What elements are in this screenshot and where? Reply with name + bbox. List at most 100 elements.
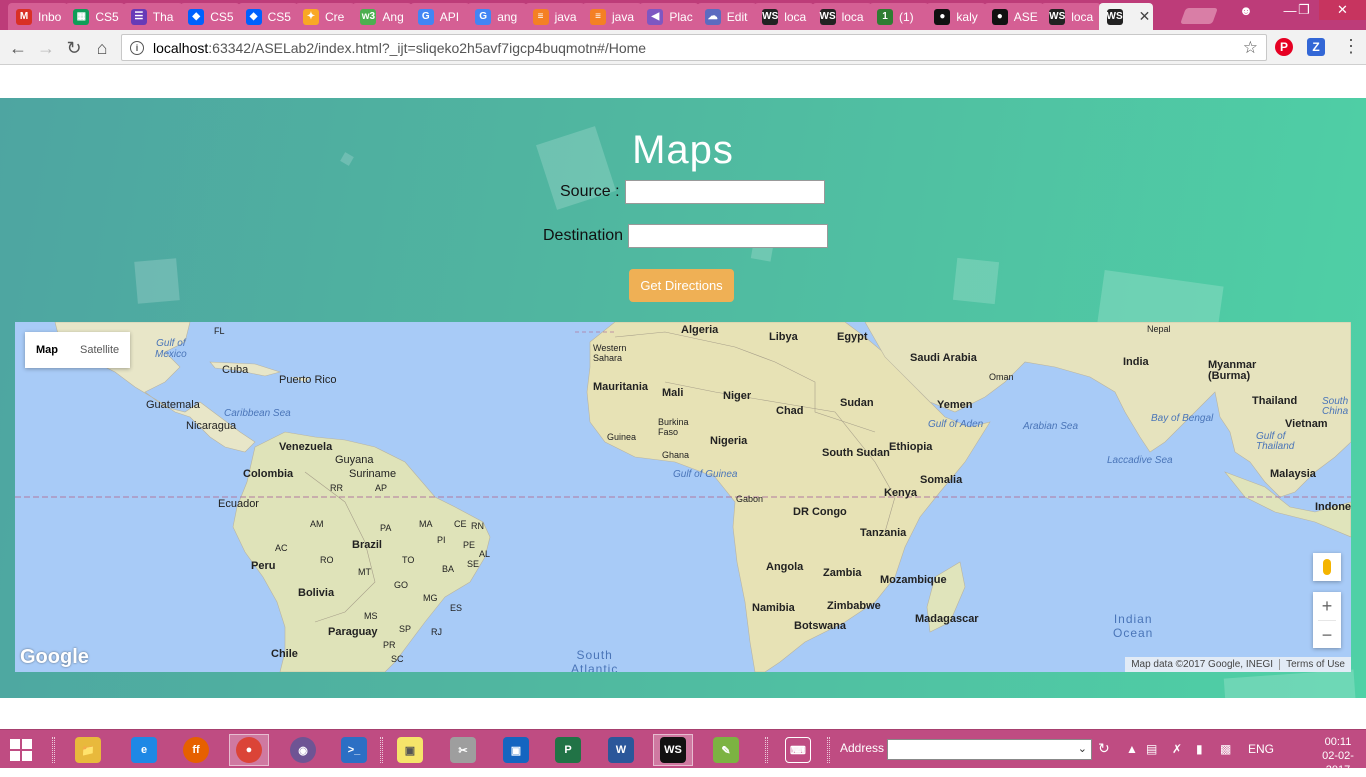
device-icon[interactable]: ▤ [1146,742,1157,756]
map-label: Libya [769,331,798,343]
new-tab-button[interactable] [1180,8,1218,24]
browser-tab[interactable]: ● kaly [926,3,987,30]
browser-tab[interactable]: Gang [467,3,528,30]
browser-tab[interactable]: ✦ Cre [295,3,355,30]
webstorm-icon[interactable]: WS [653,734,693,766]
snipping-tool-icon[interactable]: ✂ [443,734,483,766]
map-label: RO [320,555,334,565]
remote-desktop-icon[interactable]: ▣ [496,734,536,766]
zoom-control: + − [1313,592,1341,648]
forms-icon: ☰ [130,8,147,25]
reload-icon[interactable]: ↻ [62,36,86,60]
google-icon: G [417,8,434,25]
browser-tab[interactable]: ▦ CS5 [65,3,126,30]
map-label: TO [402,555,415,565]
file-explorer-icon[interactable]: 📁 [68,734,108,766]
tray-expand-icon[interactable]: ▲ [1126,742,1138,756]
map-label: South Atlantic [571,648,619,672]
browser-tab[interactable]: ● ASE [983,3,1044,30]
project-icon[interactable]: P [548,734,588,766]
map-label: MA [419,519,433,529]
signal-icon[interactable]: ▮ [1196,742,1203,756]
windows-start-icon[interactable] [10,739,32,761]
page-title: Maps [632,128,734,172]
bookmark-star-icon[interactable]: ☆ [1243,38,1258,58]
battery-icon[interactable]: ▩ [1220,742,1231,756]
url-text[interactable]: localhost:63342/ASELab2/index.html?_ijt=… [153,40,646,56]
menu-dots-icon[interactable]: ⋮ [1342,36,1360,57]
chrome-icon[interactable]: ● [229,734,269,766]
notepad-plus-icon[interactable]: ✎ [706,734,746,766]
destination-input[interactable] [628,224,828,248]
browser-tab[interactable]: G API [409,3,470,30]
map-label: Gulf of Guinea [673,469,738,480]
map-label: Guatemala [146,399,200,411]
map-label: Kenya [884,487,918,499]
browser-tab[interactable]: WS loca [1041,3,1102,30]
source-input[interactable] [625,180,825,204]
map-label: Zimbabwe [827,600,881,612]
browser-tab[interactable]: ☰ Tha [122,3,183,30]
browser-tab[interactable]: w3 Ang [352,3,413,30]
network-x-icon[interactable]: ✗ [1172,742,1182,756]
user-icon[interactable]: ☻ [1226,0,1266,20]
google-logo[interactable]: Google [20,646,89,669]
info-icon[interactable]: i [130,40,144,55]
internet-explorer-icon[interactable]: e [124,734,164,766]
zotero-icon[interactable]: Z [1307,38,1325,56]
map-label: Colombia [243,468,294,480]
map-label: Indian Ocean [1113,612,1154,640]
browser-tab[interactable]: ◆ CS5 [237,3,298,30]
browser-tab[interactable]: ◀ Plac [639,3,700,30]
terms-of-use-link[interactable]: Terms of Use [1280,659,1351,670]
decor-square [134,258,180,304]
zoom-in-button[interactable]: + [1313,592,1341,620]
close-window-button[interactable]: ✕ [1319,0,1366,20]
sticky-notes-icon[interactable]: ▣ [390,734,430,766]
map-label: Caribbean Sea [224,408,291,419]
zoom-out-button[interactable]: − [1313,621,1341,649]
browser-tab[interactable]: WS loca [754,3,815,30]
tab-label: ASE [1013,9,1038,24]
home-icon[interactable]: ⌂ [90,36,114,60]
chevron-down-icon[interactable]: ⌄ [1078,742,1087,755]
powershell-icon[interactable]: >_ [334,734,374,766]
address-toolbar-input[interactable]: ⌄ [887,739,1092,760]
map-label: Oman [989,372,1014,382]
browser-tab[interactable]: ≡ java [524,3,585,30]
clock[interactable]: 00:11 02-02-2017 [1310,735,1366,777]
clock-date: 02-02-2017 [1322,750,1354,776]
map-type-map-button[interactable]: Map [25,332,69,368]
browser-tab[interactable]: M Inbo [8,3,68,30]
map-label: BA [442,564,455,574]
browser-tab[interactable]: 1 (1) [869,3,929,30]
pegman-icon[interactable] [1313,553,1341,581]
tab-label: CS5 [267,9,291,24]
map-label: AM [310,519,324,529]
map-label: Gabon [736,494,764,504]
tab-close-icon[interactable]: ✕ [1139,8,1151,25]
keyboard-icon[interactable]: ⌨ [778,734,818,766]
browser-tab[interactable]: ◆ CS5 [180,3,241,30]
word-icon[interactable]: W [601,734,641,766]
tab-label: loca [1071,9,1094,24]
language-indicator[interactable]: ENG [1248,742,1274,756]
firefox-icon[interactable]: ff [176,734,216,766]
forward-arrow-icon[interactable]: → [34,36,58,60]
tab-label: CS5 [95,9,119,24]
address-bar[interactable]: i localhost:63342/ASELab2/index.html?_ij… [121,34,1267,61]
refresh-icon[interactable]: ↻ [1098,740,1110,757]
browser-tab[interactable]: ☁ Edit [696,3,757,30]
map-label: ES [450,603,463,613]
restore-button[interactable]: ❐ [1284,0,1324,20]
browser-tab[interactable]: WS ✕ [1098,3,1153,30]
back-arrow-icon[interactable]: ← [6,36,30,60]
browser-tab[interactable]: ≡ java [582,3,642,30]
browser-tab[interactable]: WS loca [811,3,872,30]
pinterest-icon[interactable]: P [1275,38,1293,56]
github-desktop-icon[interactable]: ◉ [283,734,323,766]
get-directions-button[interactable]: Get Directions [629,269,734,302]
map-type-satellite-button[interactable]: Satellite [69,332,130,368]
map-canvas[interactable]: Gulf of Mexico FL Cuba Puerto Rico Guate… [15,322,1351,672]
map-label: Tanzania [860,527,907,539]
